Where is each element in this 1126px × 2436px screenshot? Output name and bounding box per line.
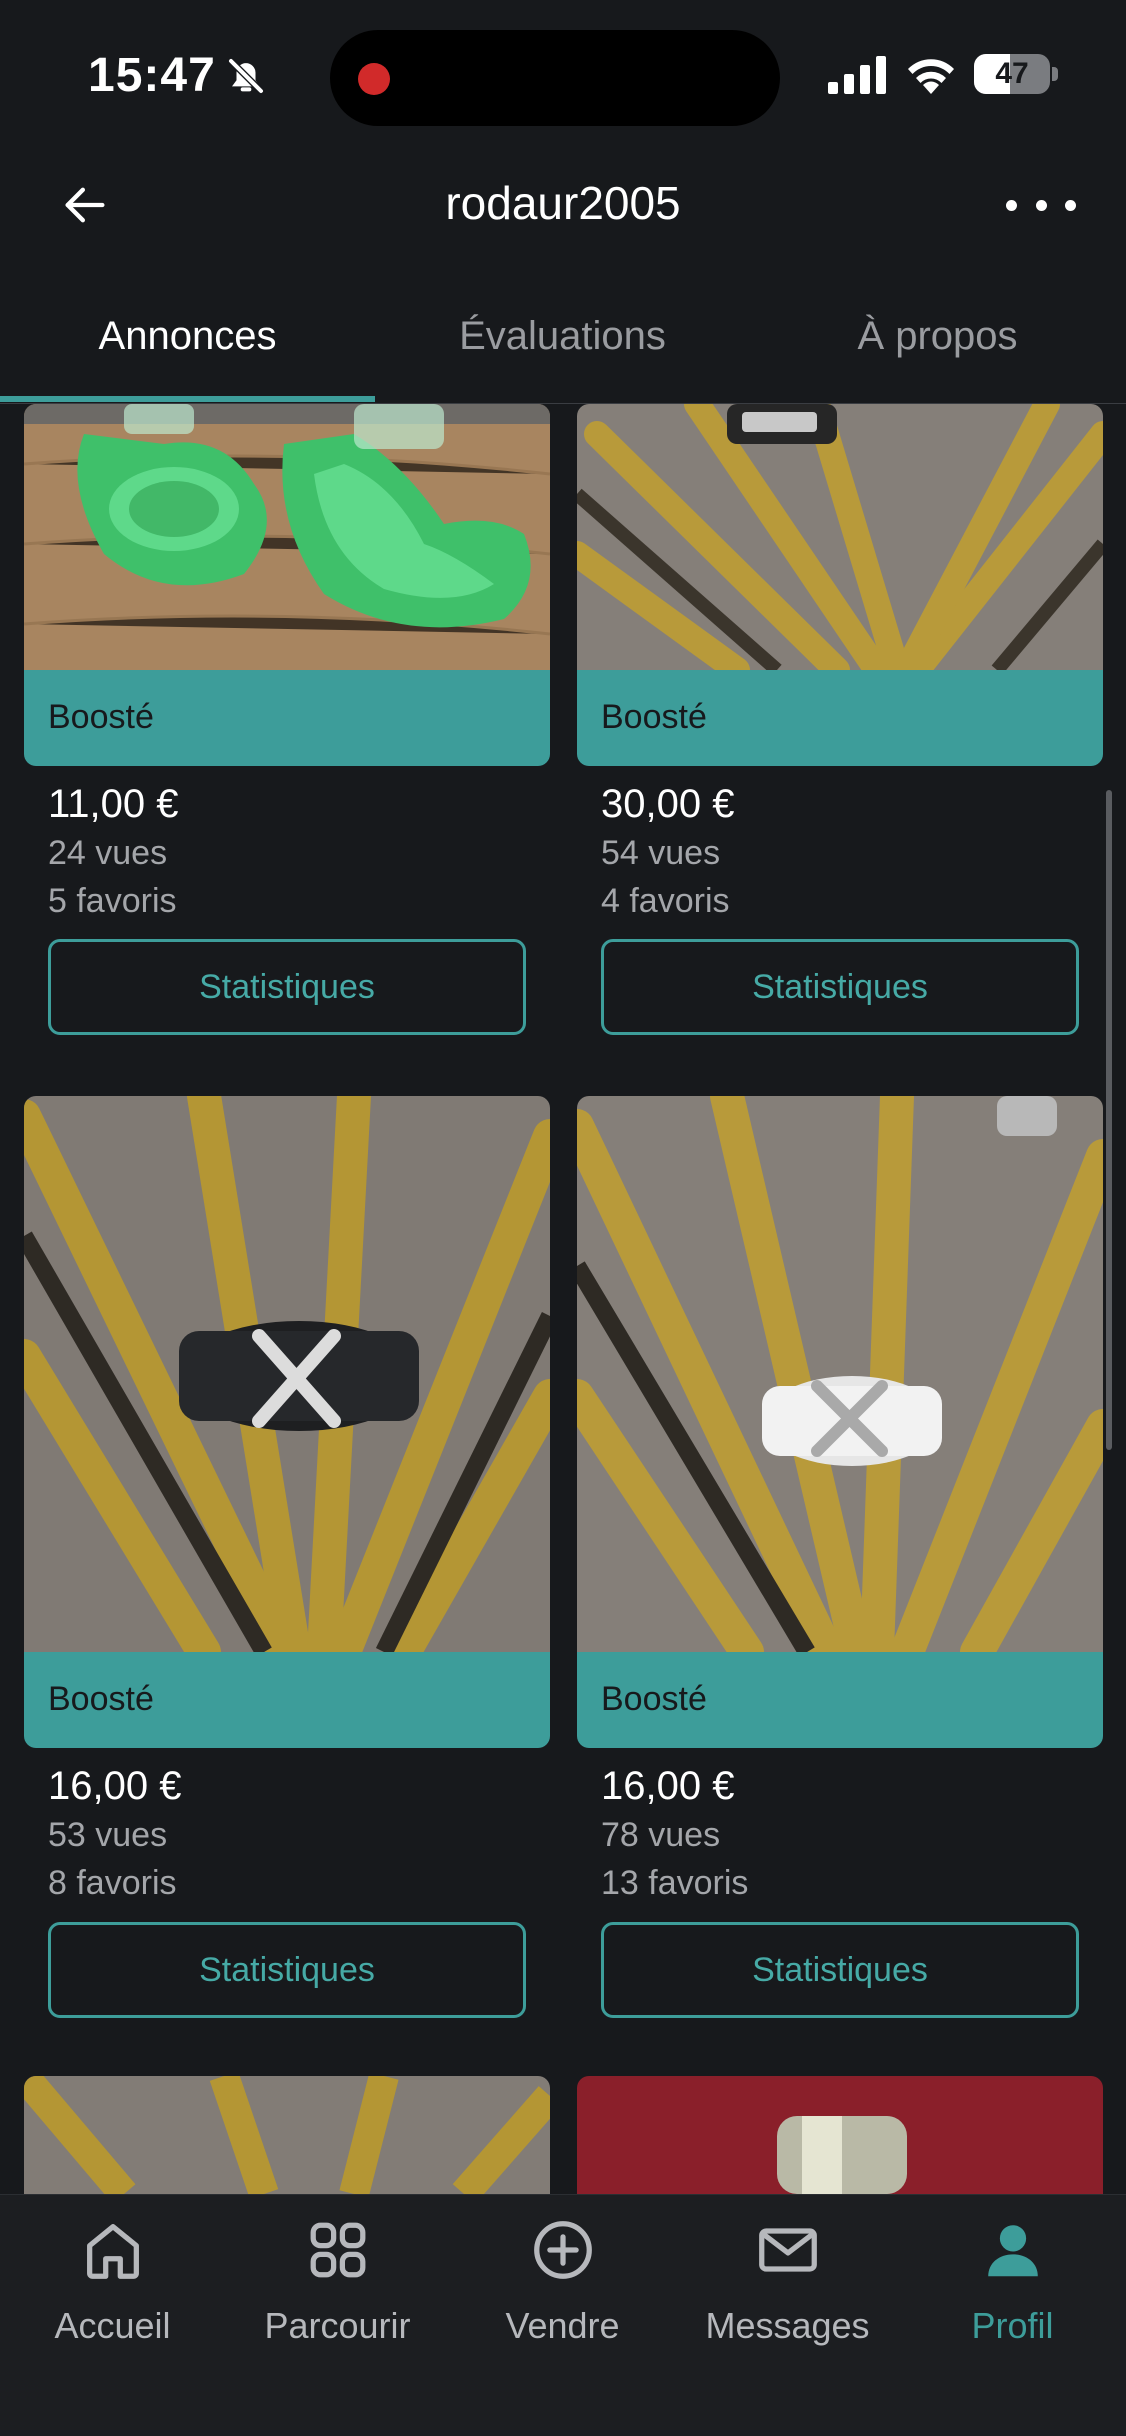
nav-sell[interactable]: Vendre (450, 2215, 675, 2365)
dynamic-island (330, 30, 780, 126)
user-icon (988, 2225, 1038, 2277)
boosted-label: Boosté (601, 698, 707, 736)
listing-image-green-pet-bowls[interactable] (24, 404, 550, 670)
vertical-scrollbar[interactable] (1106, 790, 1112, 1450)
nav-label: Profil (971, 2305, 1054, 2346)
boosted-badge: Boosté (577, 1652, 1103, 1748)
cellular-signal-icon (828, 56, 886, 94)
listing-views: 53 vues (48, 1816, 168, 1854)
plus-circle-icon (534, 2221, 592, 2279)
wifi-icon (908, 59, 954, 94)
listing-card[interactable]: Boosté 16,00 € 78 vues 13 favoris Statis… (577, 1096, 1103, 2036)
listing-favorites: 5 favoris (48, 882, 177, 920)
nav-label: Parcourir (264, 2305, 411, 2346)
boosted-label: Boosté (48, 698, 154, 736)
status-time: 15:47 (88, 49, 216, 102)
statistics-button[interactable]: Statistiques (601, 1922, 1079, 2018)
battery-indicator: 47 (974, 54, 1058, 94)
listing-card[interactable]: Boosté 30,00 € 54 vues 4 favoris Statist… (577, 404, 1103, 1044)
tab-evaluations[interactable]: Évaluations (375, 314, 750, 359)
listing-price: 16,00 € (601, 1764, 735, 1808)
tab-annonces[interactable]: Annonces (0, 314, 375, 359)
listing-image-partial[interactable] (577, 2076, 1103, 2194)
app-header: rodaur2005 (0, 150, 1126, 260)
ellipsis-icon (1006, 199, 1017, 211)
nav-label: Accueil (54, 2305, 171, 2346)
listing-image-gold-sculpture-ring[interactable] (577, 404, 1103, 670)
listing-views: 78 vues (601, 1816, 721, 1854)
listing-image-black-ring[interactable] (24, 1096, 550, 1652)
listing-favorites: 13 favoris (601, 1864, 749, 1902)
recording-indicator (358, 63, 390, 95)
listing-image-white-ring[interactable] (577, 1096, 1103, 1652)
bell-off-icon (227, 57, 265, 95)
boosted-badge: Boosté (577, 670, 1103, 766)
status-bar: 15:47 47 (0, 0, 1126, 150)
boosted-label: Boosté (601, 1680, 707, 1718)
tab-a-propos[interactable]: À propos (750, 314, 1125, 359)
nav-home[interactable]: Accueil (0, 2215, 225, 2365)
statistics-button[interactable]: Statistiques (48, 1922, 526, 2018)
listings-grid[interactable]: Boosté 11,00 € 24 vues 5 favoris Statist… (0, 404, 1126, 2194)
listing-views: 24 vues (48, 834, 168, 872)
nav-label: Messages (705, 2305, 870, 2346)
profile-tabs: Annonces Évaluations À propos (0, 290, 1126, 404)
nav-browse[interactable]: Parcourir (225, 2215, 450, 2365)
home-icon (87, 2224, 139, 2279)
listing-price: 11,00 € (48, 782, 179, 826)
mail-icon (759, 2228, 817, 2272)
nav-messages[interactable]: Messages (675, 2215, 900, 2365)
grid-icon (310, 2222, 366, 2278)
listing-card[interactable]: Boosté 11,00 € 24 vues 5 favoris Statist… (24, 404, 550, 1044)
bottom-navigation: Accueil Parcourir Vendre Messages Profil (0, 2194, 1126, 2436)
listing-favorites: 8 favoris (48, 1864, 177, 1902)
listing-price: 30,00 € (601, 782, 735, 826)
listing-price: 16,00 € (48, 1764, 182, 1808)
listing-card[interactable]: Boosté 16,00 € 53 vues 8 favoris Statist… (24, 1096, 550, 2036)
nav-profile[interactable]: Profil (900, 2215, 1125, 2365)
statistics-button[interactable]: Statistiques (48, 939, 526, 1035)
listing-card[interactable] (577, 2076, 1103, 2194)
boosted-badge: Boosté (24, 1652, 550, 1748)
battery-percentage: 47 (995, 57, 1029, 90)
page-title: rodaur2005 (445, 177, 681, 229)
listing-image-partial[interactable] (24, 2076, 550, 2194)
nav-label: Vendre (505, 2305, 620, 2346)
listing-card[interactable] (24, 2076, 550, 2194)
boosted-badge: Boosté (24, 670, 550, 766)
listing-views: 54 vues (601, 834, 721, 872)
active-tab-indicator (0, 396, 375, 402)
more-options-button[interactable] (1006, 180, 1076, 230)
listing-favorites: 4 favoris (601, 882, 730, 920)
boosted-label: Boosté (48, 1680, 154, 1718)
statistics-button[interactable]: Statistiques (601, 939, 1079, 1035)
